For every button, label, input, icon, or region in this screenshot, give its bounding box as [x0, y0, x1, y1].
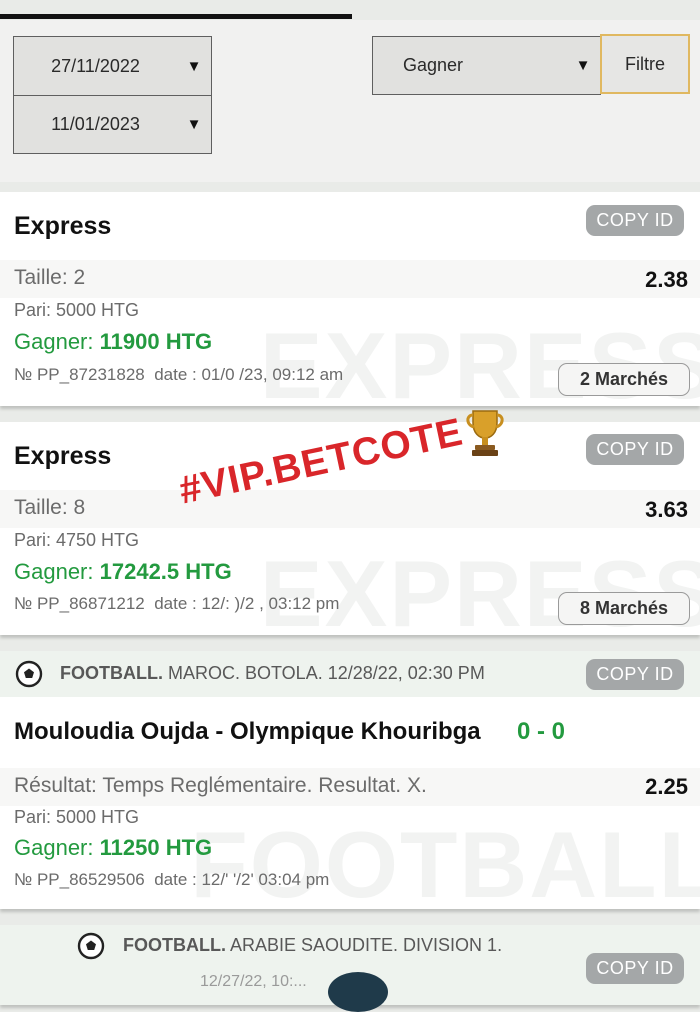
ref-number: № PP_86529506 — [14, 870, 145, 889]
bet-stake: Pari: 4750 HTG — [14, 530, 140, 550]
bet-date: date : 12/' '/2' 03:04 pm — [154, 870, 330, 889]
date-from-select[interactable]: 27/11/2022 ▼ — [13, 36, 212, 96]
floating-chat-button[interactable] — [328, 972, 388, 1012]
league-name: ARABIE SAOUDITE. DIVISION 1. — [230, 935, 503, 955]
top-progress-line — [0, 14, 352, 19]
bet-type-title: Express — [14, 212, 112, 240]
win-label: Gagner: — [14, 835, 94, 860]
chevron-down-icon: ▼ — [575, 57, 591, 74]
league-date: 12/27/22, 10:... — [200, 973, 307, 990]
sport-league-label: FOOTBALL. MAROC. BOTOLA. 12/28/22, 02:30… — [60, 663, 485, 684]
win-label: Gagner: — [14, 559, 94, 584]
match-score: 0 - 0 — [517, 718, 566, 745]
filter-panel: 27/11/2022 ▼ 11/01/2023 ▼ Gagner ▼ — [0, 20, 700, 182]
win-amount: 11900 HTG — [99, 329, 213, 354]
card-watermark: FOOTBALL — [190, 812, 700, 909]
sport-league-label: FOOTBALL. ARABIE SAOUDITE. DIVISION 1. — [123, 935, 502, 956]
markets-button[interactable]: 8 Marchés — [558, 592, 690, 625]
size-row — [0, 490, 700, 528]
sport-name: FOOTBALL. — [60, 663, 163, 683]
sport-name: FOOTBALL. — [123, 935, 226, 955]
ref-number: № PP_87231828 — [14, 365, 145, 384]
bet-reference: № PP_87231828 date : 01/0 /23, 09:12 am — [14, 365, 343, 385]
markets-button[interactable]: 2 Marchés — [558, 363, 690, 396]
win-amount: 17242.5 HTG — [99, 559, 232, 584]
chevron-down-icon: ▼ — [186, 116, 202, 133]
date-to-value: 11/01/2023 — [51, 114, 140, 134]
bet-odds: 3.63 — [645, 497, 688, 522]
bet-card-express-1[interactable]: EXPRESS Express COPY ID Taille: 2 2.38 P… — [0, 192, 700, 406]
copy-id-button[interactable]: COPY ID — [586, 659, 684, 690]
bet-stake: Pari: 5000 HTG — [14, 300, 140, 320]
bet-date: date : 12/: )/2 , 03:12 pm — [154, 594, 340, 613]
copy-id-button[interactable]: COPY ID — [586, 434, 684, 465]
football-icon — [77, 932, 105, 960]
bet-reference: № PP_86529506 date : 12/' '/2' 03:04 pm — [14, 870, 329, 890]
date-to-select[interactable]: 11/01/2023 ▼ — [13, 95, 212, 154]
bet-winnings: Gagner: 11900 HTG — [14, 329, 212, 355]
date-from-value: 27/11/2022 — [51, 55, 140, 76]
win-label: Gagner: — [14, 329, 94, 354]
ref-number: № PP_86871212 — [14, 594, 145, 613]
bet-result-label: Résultat: Temps Reglémentaire. Resultat.… — [14, 774, 427, 797]
filter-button[interactable]: Filtre — [600, 34, 690, 94]
size-row — [0, 260, 700, 298]
bet-winnings: Gagner: 17242.5 HTG — [14, 559, 232, 585]
chevron-down-icon: ▼ — [186, 57, 202, 75]
bet-type-title: Express — [14, 442, 112, 470]
bet-odds: 2.25 — [645, 774, 688, 799]
bet-winnings: Gagner: 11250 HTG — [14, 835, 212, 861]
status-value: Gagner — [403, 55, 464, 75]
bet-odds: 2.38 — [645, 267, 688, 292]
match-title: Mouloudia Oujda - Olympique Khouribga — [14, 718, 481, 745]
status-select[interactable]: Gagner ▼ — [372, 36, 601, 95]
copy-id-button[interactable]: COPY ID — [586, 205, 684, 236]
bet-size-label: Taille: 2 — [14, 266, 86, 289]
football-icon — [15, 660, 43, 688]
bet-stake: Pari: 5000 HTG — [14, 807, 140, 827]
bet-reference: № PP_86871212 date : 12/: )/2 , 03:12 pm — [14, 594, 339, 614]
win-amount: 11250 HTG — [99, 835, 213, 860]
bet-date: date : 01/0 /23, 09:12 am — [154, 365, 344, 384]
copy-id-button[interactable]: COPY ID — [586, 953, 684, 984]
trophy-icon — [466, 410, 504, 456]
bet-card-football-1[interactable]: FOOTBALL FOOTBALL. MAROC. BOTOLA. 12/28/… — [0, 651, 700, 909]
league-date: MAROC. BOTOLA. 12/28/22, 02:30 PM — [168, 663, 485, 683]
bet-size-label: Taille: 8 — [14, 496, 86, 519]
